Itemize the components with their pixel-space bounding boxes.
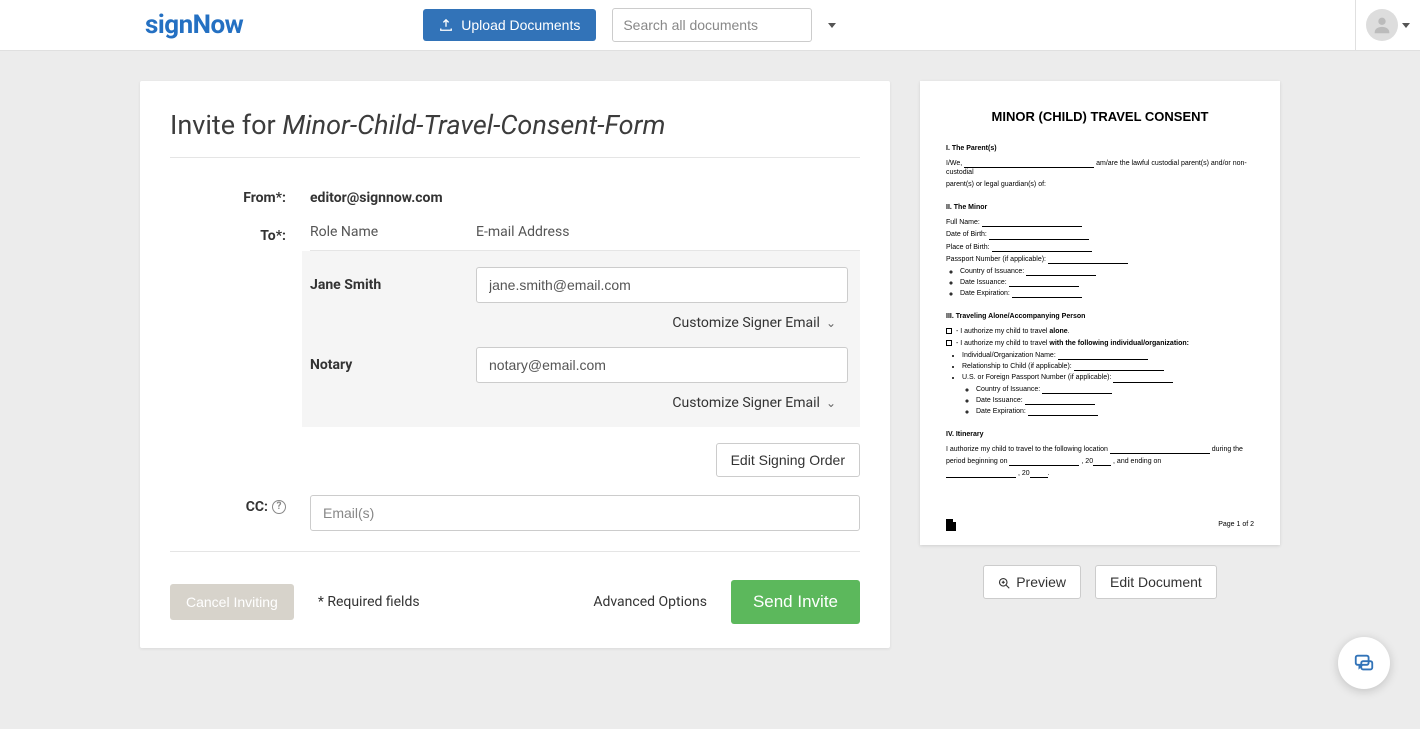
logo: signNow bbox=[145, 10, 243, 40]
customize-label: Customize Signer Email bbox=[672, 395, 820, 411]
required-fields-note: * Required fields bbox=[318, 594, 420, 610]
role-header: Role Name bbox=[310, 224, 476, 240]
chat-icon bbox=[1353, 652, 1375, 674]
invite-document-name: Minor-Child-Travel-Consent-Form bbox=[282, 109, 665, 141]
to-label: To*: bbox=[170, 224, 310, 244]
recipient-email-input[interactable] bbox=[476, 347, 848, 383]
help-icon[interactable]: ? bbox=[272, 500, 286, 514]
divider bbox=[170, 551, 860, 552]
doc-preview-title: MINOR (CHILD) TRAVEL CONSENT bbox=[946, 109, 1254, 126]
to-row: To*: Role Name E-mail Address Jane Smith… bbox=[170, 224, 860, 477]
to-headers: Role Name E-mail Address bbox=[310, 224, 860, 240]
main-content: Invite for Minor-Child-Travel-Consent-Fo… bbox=[0, 51, 1420, 648]
email-header: E-mail Address bbox=[476, 224, 860, 240]
edit-signing-order-button[interactable]: Edit Signing Order bbox=[716, 443, 860, 477]
send-invite-button[interactable]: Send Invite bbox=[731, 580, 860, 624]
search-filter-dropdown[interactable] bbox=[820, 8, 844, 42]
chevron-down-icon: ⌄ bbox=[826, 316, 836, 332]
cc-input[interactable] bbox=[310, 495, 860, 531]
customize-signer-email[interactable]: Customize Signer Email ⌄ bbox=[302, 395, 848, 411]
preview-label: Preview bbox=[1016, 574, 1066, 590]
avatar bbox=[1366, 9, 1398, 41]
chevron-down-icon: ⌄ bbox=[826, 396, 836, 412]
upload-documents-button[interactable]: Upload Documents bbox=[423, 9, 596, 41]
user-menu[interactable] bbox=[1355, 0, 1420, 50]
preview-actions: Preview Edit Document bbox=[920, 565, 1280, 599]
upload-label: Upload Documents bbox=[461, 17, 580, 33]
cc-row: CC: ? bbox=[170, 495, 860, 531]
magnify-icon bbox=[998, 576, 1010, 588]
divider bbox=[170, 157, 860, 158]
cc-label-text: CC: bbox=[246, 499, 268, 515]
app-header: signNow Upload Documents bbox=[0, 0, 1420, 51]
cancel-inviting-button[interactable]: Cancel Inviting bbox=[170, 584, 294, 620]
from-row: From*: editor@signnow.com bbox=[170, 186, 860, 206]
caret-down-icon bbox=[1402, 23, 1410, 28]
from-label: From*: bbox=[170, 186, 310, 206]
preview-button[interactable]: Preview bbox=[983, 565, 1081, 599]
page-indicator: Page 1 of 2 bbox=[1218, 520, 1254, 529]
recipient-role: Notary bbox=[310, 357, 476, 373]
invite-panel: Invite for Minor-Child-Travel-Consent-Fo… bbox=[140, 81, 890, 648]
caret-down-icon bbox=[828, 23, 836, 28]
cc-label: CC: ? bbox=[170, 495, 310, 515]
chat-support-button[interactable] bbox=[1338, 637, 1390, 689]
from-value: editor@signnow.com bbox=[310, 186, 860, 206]
search-input[interactable] bbox=[623, 17, 804, 33]
recipient-row: Notary bbox=[302, 347, 848, 383]
recipient-email-input[interactable] bbox=[476, 267, 848, 303]
doc-preview-footer: Page 1 of 2 bbox=[946, 519, 1254, 531]
recipients-block: Jane Smith Customize Signer Email ⌄ Nota… bbox=[302, 251, 860, 427]
upload-icon bbox=[439, 18, 453, 32]
preview-panel: MINOR (CHILD) TRAVEL CONSENT I. The Pare… bbox=[920, 81, 1280, 599]
doc-line: parent(s) or legal guardian(s) of: bbox=[946, 180, 1254, 189]
doc-section: III. Traveling Alone/Accompanying Person bbox=[946, 312, 1254, 321]
edit-document-button[interactable]: Edit Document bbox=[1095, 565, 1217, 599]
doc-section: IV. Itinerary bbox=[946, 430, 1254, 439]
invite-footer: Cancel Inviting * Required fields Advanc… bbox=[170, 580, 860, 624]
recipient-role: Jane Smith bbox=[310, 277, 476, 293]
search-container[interactable] bbox=[612, 8, 812, 42]
doc-section: II. The Minor bbox=[946, 203, 1254, 212]
doc-section: I. The Parent(s) bbox=[946, 144, 1254, 153]
customize-label: Customize Signer Email bbox=[672, 315, 820, 331]
customize-signer-email[interactable]: Customize Signer Email ⌄ bbox=[302, 315, 848, 331]
recipient-row: Jane Smith bbox=[302, 267, 848, 303]
doc-line: I/We, am/are the lawful custodial parent… bbox=[946, 159, 1254, 177]
invite-title-prefix: Invite for bbox=[170, 109, 282, 141]
document-icon bbox=[946, 519, 956, 531]
advanced-options-link[interactable]: Advanced Options bbox=[593, 594, 707, 610]
invite-title: Invite for Minor-Child-Travel-Consent-Fo… bbox=[170, 109, 860, 141]
document-thumbnail[interactable]: MINOR (CHILD) TRAVEL CONSENT I. The Pare… bbox=[920, 81, 1280, 545]
